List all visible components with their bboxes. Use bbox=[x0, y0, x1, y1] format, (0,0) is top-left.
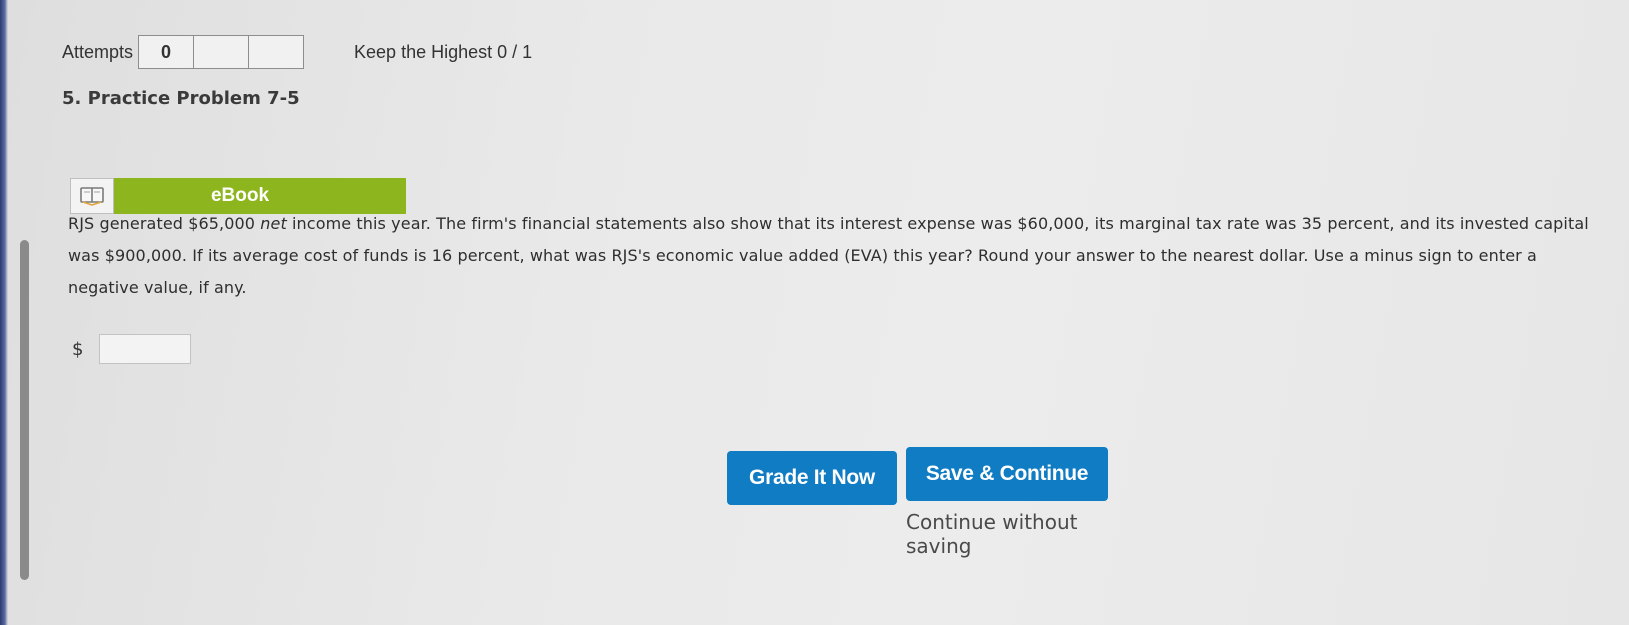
scrollbar-thumb[interactable] bbox=[20, 240, 29, 580]
attempt-box-2 bbox=[193, 35, 250, 69]
problem-text-italic: net bbox=[260, 214, 287, 233]
problem-text-part2: income this year. The firm's financial s… bbox=[68, 214, 1589, 297]
problem-statement: RJS generated $65,000 net income this ye… bbox=[68, 208, 1598, 304]
attempt-box-3 bbox=[248, 35, 305, 69]
keep-highest-score: Keep the Highest 0 / 1 bbox=[354, 41, 533, 62]
currency-symbol: $ bbox=[72, 338, 84, 360]
problem-text-part1: RJS generated $65,000 bbox=[68, 214, 261, 233]
answer-input[interactable] bbox=[99, 334, 192, 364]
save-and-continue-button[interactable]: Save & Continue bbox=[906, 447, 1108, 501]
attempt-box-1: 0 bbox=[138, 35, 195, 69]
window-left-edge bbox=[0, 0, 8, 625]
attempts-label: Attempts bbox=[62, 41, 134, 62]
continue-without-saving-link[interactable]: Continue without saving bbox=[906, 510, 1136, 558]
problem-title: 5. Practice Problem 7-5 bbox=[62, 88, 300, 109]
answer-row: $ bbox=[72, 334, 192, 364]
grade-it-now-button[interactable]: Grade It Now bbox=[727, 451, 897, 505]
attempts-row: Attempts 0 Keep the Highest 0 / 1 bbox=[62, 34, 532, 70]
